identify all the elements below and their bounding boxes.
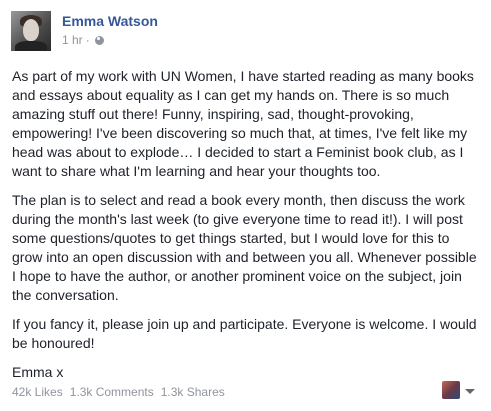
avatar-face [23,19,39,41]
facebook-post: Emma Watson 1 hr · As part of my work wi… [0,0,491,411]
likes-count[interactable]: 42k Likes [12,385,63,399]
meta-separator: · [85,33,90,47]
post-paragraph-1: As part of my work with UN Women, I have… [12,68,474,179]
post-timestamp[interactable]: 1 hr [62,33,83,47]
avatar-shoulders [15,41,47,51]
shares-count[interactable]: 1.3k Shares [161,385,225,399]
post-signature: Emma x [12,364,64,380]
post-text: As part of my work with UN Women, I have… [12,67,482,392]
globe-icon[interactable] [94,35,104,45]
post-meta: 1 hr · [62,33,104,47]
post-paragraph-2: The plan is to select and read a book ev… [12,192,477,303]
commenter-avatar-thumbnail[interactable] [442,381,460,399]
author-name[interactable]: Emma Watson [62,13,158,29]
chevron-down-icon[interactable] [465,389,475,394]
post-paragraph-3: If you fancy it, please join up and part… [12,316,477,351]
comments-count[interactable]: 1.3k Comments [70,385,154,399]
engagement-stats: 42k Likes 1.3k Comments 1.3k Shares [12,385,225,399]
author-avatar[interactable] [11,11,51,51]
